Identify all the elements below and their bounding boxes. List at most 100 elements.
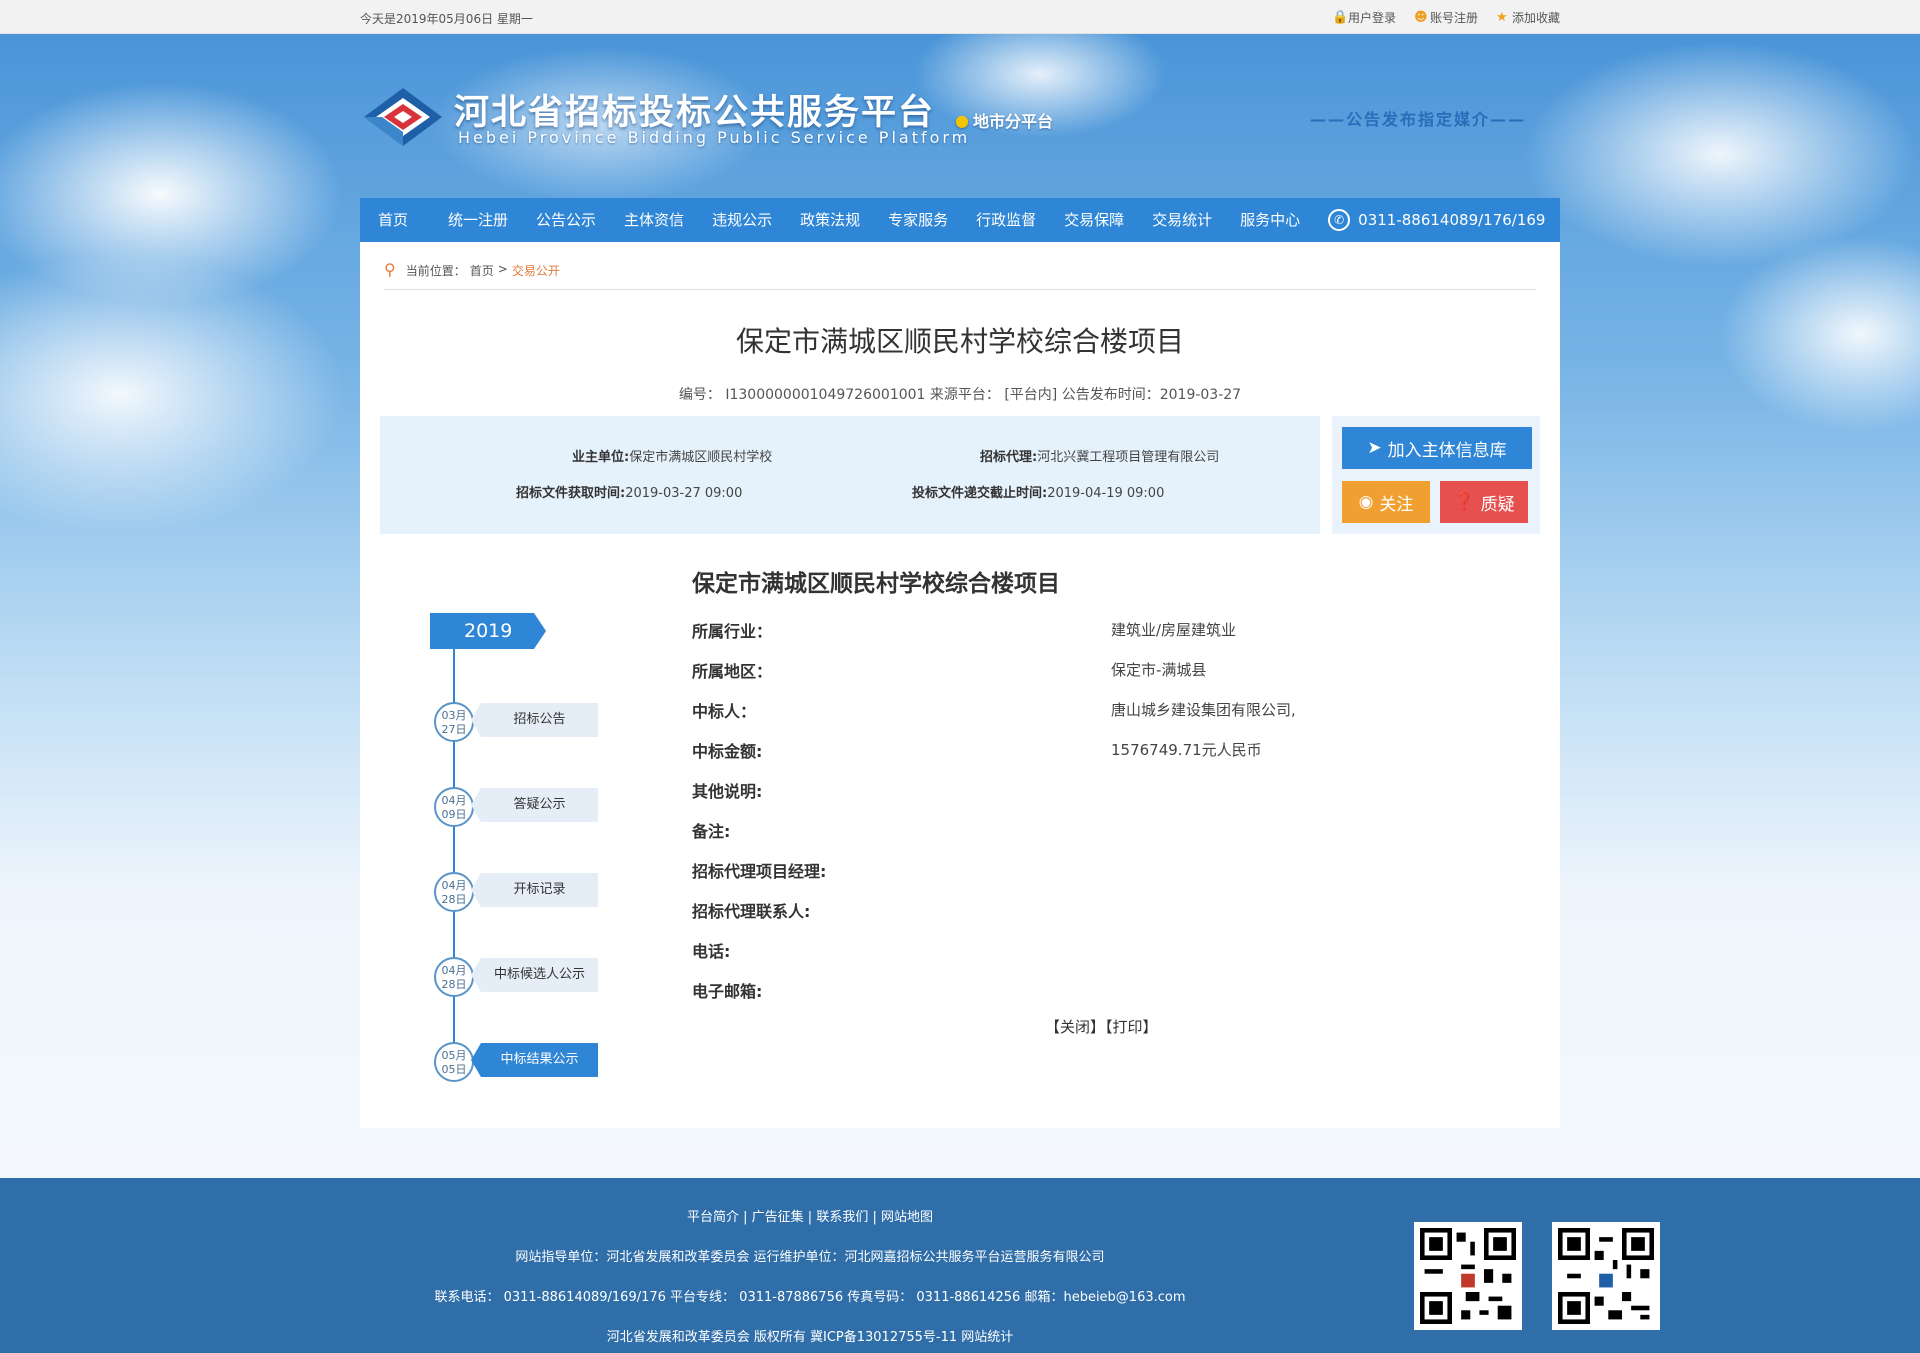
field-label: 中标金额: xyxy=(692,742,763,761)
eye-icon: ◉ xyxy=(1358,492,1374,512)
timeline-month: 04月 xyxy=(441,964,467,977)
city-platform-label: 地市分平台 xyxy=(972,112,1053,131)
timeline-month: 03月 xyxy=(441,709,467,722)
timeline-item-result[interactable]: 中标结果公示 xyxy=(471,1043,598,1077)
timeline-day: 28日 xyxy=(441,978,467,991)
nav-phone: ✆ 0311-88614089/176/169 xyxy=(1328,209,1545,231)
nav-service[interactable]: 服务中心 xyxy=(1226,198,1314,242)
project-meta: 编号： I1300000001049726001001 来源平台： [平台内] … xyxy=(678,387,1242,403)
field-label: 电子邮箱: xyxy=(692,982,763,1001)
follow-button[interactable]: ◉ 关注 xyxy=(1342,481,1430,523)
footer-copyright: 河北省发展和改革委员会 版权所有 冀ICP备13012755号-11 网站统计 xyxy=(606,1330,1014,1345)
question-button-label: 质疑 xyxy=(1480,494,1515,515)
owner-field: 业主单位:保定市满城区顺民村学校 xyxy=(572,446,772,465)
agent-value: 河北兴冀工程项目管理有限公司 xyxy=(1037,450,1220,465)
add-button-label: 加入主体信息库 xyxy=(1387,440,1507,461)
field-label: 招标代理项目经理: xyxy=(692,862,827,881)
doc-time-label: 招标文件获取时间: xyxy=(516,486,626,501)
nav-violations[interactable]: 违规公示 xyxy=(698,198,786,242)
favorite-label: 添加收藏 xyxy=(1511,11,1560,25)
field-amount-label: 中标金额: xyxy=(692,738,762,762)
timeline-item-candidates[interactable]: 中标候选人公示 xyxy=(471,958,598,992)
follow-button-label: 关注 xyxy=(1379,494,1414,515)
print-link[interactable]: 【打印】 xyxy=(1105,1018,1158,1036)
doc-time-field: 招标文件获取时间:2019-03-27 09:00 xyxy=(516,482,742,501)
add-to-library-button[interactable]: ➤ 加入主体信息库 xyxy=(1342,427,1532,469)
deadline-value: 2019-04-19 09:00 xyxy=(1047,486,1165,501)
agent-label: 招标代理: xyxy=(980,450,1038,465)
agent-field: 招标代理:河北兴冀工程项目管理有限公司 xyxy=(980,446,1219,465)
nav-announcements[interactable]: 公告公示 xyxy=(522,198,610,242)
field-label: 备注: xyxy=(692,822,731,841)
timeline-date-3: 04月 28日 xyxy=(434,872,474,912)
media-slogan: ——公告发布指定媒介—— xyxy=(1310,110,1527,129)
login-label: 用户登录 xyxy=(1347,11,1396,25)
timeline-date-1: 03月 27日 xyxy=(434,702,474,742)
field-label: 其他说明: xyxy=(692,782,763,801)
nav-statistics[interactable]: 交易统计 xyxy=(1138,198,1226,242)
nav-phone-number: 0311-88614089/176/169 xyxy=(1358,211,1546,229)
nav-home[interactable]: 首页 xyxy=(360,198,434,242)
nav-experts[interactable]: 专家服务 xyxy=(874,198,962,242)
nav-credit[interactable]: 主体资信 xyxy=(610,198,698,242)
timeline-month: 04月 xyxy=(441,794,467,807)
breadcrumb-current[interactable]: 交易公开 xyxy=(512,262,560,279)
platform-logo-icon[interactable] xyxy=(362,86,444,148)
field-label: 电话: xyxy=(692,942,731,961)
field-winner-label: 中标人： xyxy=(692,698,756,722)
field-other-label: 其他说明: xyxy=(692,778,762,802)
login-link[interactable]: 🔒 用户登录 xyxy=(1332,9,1396,26)
field-label: 所属地区： xyxy=(692,662,773,681)
owner-label: 业主单位: xyxy=(572,450,630,465)
breadcrumb-prefix: 当前位置： xyxy=(405,264,466,278)
timeline-date-5: 05月 05日 xyxy=(434,1042,474,1082)
field-contact-label: 招标代理联系人: xyxy=(692,898,810,922)
breadcrumb-separator: > xyxy=(497,262,508,276)
field-label: 招标代理联系人: xyxy=(692,902,811,921)
field-industry-value: 建筑业/房屋建筑业 xyxy=(1111,621,1237,639)
top-links: 🔒 用户登录 ☻ 账号注册 ★ 添加收藏 xyxy=(1332,9,1560,26)
nav-guarantee[interactable]: 交易保障 xyxy=(1050,198,1138,242)
breadcrumb-home[interactable]: 首页 xyxy=(470,262,494,279)
question-button[interactable]: ❓ 质疑 xyxy=(1440,481,1528,523)
user-icon: ☻ xyxy=(1413,10,1428,25)
timeline-day: 09日 xyxy=(441,808,467,821)
field-region-label: 所属地区： xyxy=(692,658,772,682)
timeline-day: 05日 xyxy=(441,1063,467,1076)
timeline-date-2: 04月 09日 xyxy=(434,787,474,827)
project-info-box: 业主单位:保定市满城区顺民村学校 招标代理:河北兴冀工程项目管理有限公司 招标文… xyxy=(380,416,1320,534)
detail-actions: 【关闭】【打印】 xyxy=(1045,1016,1158,1037)
field-label: 所属行业： xyxy=(692,622,773,641)
deadline-label: 投标文件递交截止时间: xyxy=(912,486,1048,501)
register-link[interactable]: ☻ 账号注册 xyxy=(1414,9,1478,26)
timeline-day: 27日 xyxy=(441,723,467,736)
field-region-value: 保定市-满城县 xyxy=(1111,661,1207,679)
deadline-field: 投标文件递交截止时间:2019-04-19 09:00 xyxy=(912,482,1164,501)
timeline-item-qa[interactable]: 答疑公示 xyxy=(471,788,598,822)
field-amount-value: 1576749.71元人民币 xyxy=(1111,741,1262,759)
field-manager-label: 招标代理项目经理: xyxy=(692,858,826,882)
site-subtitle: Hebei Province Bidding Public Service Pl… xyxy=(458,128,971,147)
nav-register[interactable]: 统一注册 xyxy=(434,198,522,242)
timeline-item-opening[interactable]: 开标记录 xyxy=(471,873,598,907)
footer-links[interactable]: 平台简介 | 广告征集 | 联系我们 | 网站地图 xyxy=(0,1206,1620,1225)
nav-policy[interactable]: 政策法规 xyxy=(786,198,874,242)
detail-title: 保定市满城区顺民村学校综合楼项目 xyxy=(692,571,1060,597)
favorite-link[interactable]: ★ 添加收藏 xyxy=(1496,9,1560,26)
current-date: 今天是2019年05月06日 星期一 xyxy=(360,12,533,26)
nav-supervision[interactable]: 行政监督 xyxy=(962,198,1050,242)
timeline-item-bid-notice[interactable]: 招标公告 xyxy=(471,703,598,737)
field-industry-label: 所属行业： xyxy=(692,618,772,642)
top-bar: 今天是2019年05月06日 星期一 🔒 用户登录 ☻ 账号注册 ★ 添加收藏 xyxy=(0,0,1920,34)
close-link[interactable]: 【关闭】 xyxy=(1045,1018,1105,1036)
phone-icon: ✆ xyxy=(1328,209,1351,231)
timeline-month: 05月 xyxy=(441,1049,467,1062)
city-platform-link[interactable]: ● 地市分平台 xyxy=(955,108,1053,132)
location-icon: ⚲ xyxy=(384,260,396,279)
page-title: 保定市满城区顺民村学校综合楼项目 xyxy=(735,325,1184,358)
footer-guide: 网站指导单位：河北省发展和改革委员会 运行维护单位：河北网嘉招标公共服务平台运营… xyxy=(515,1250,1105,1265)
timeline-date-4: 04月 28日 xyxy=(434,957,474,997)
qr-code-2 xyxy=(1558,1228,1654,1324)
doc-time-value: 2019-03-27 09:00 xyxy=(625,486,743,501)
field-email-label: 电子邮箱: xyxy=(692,978,762,1002)
